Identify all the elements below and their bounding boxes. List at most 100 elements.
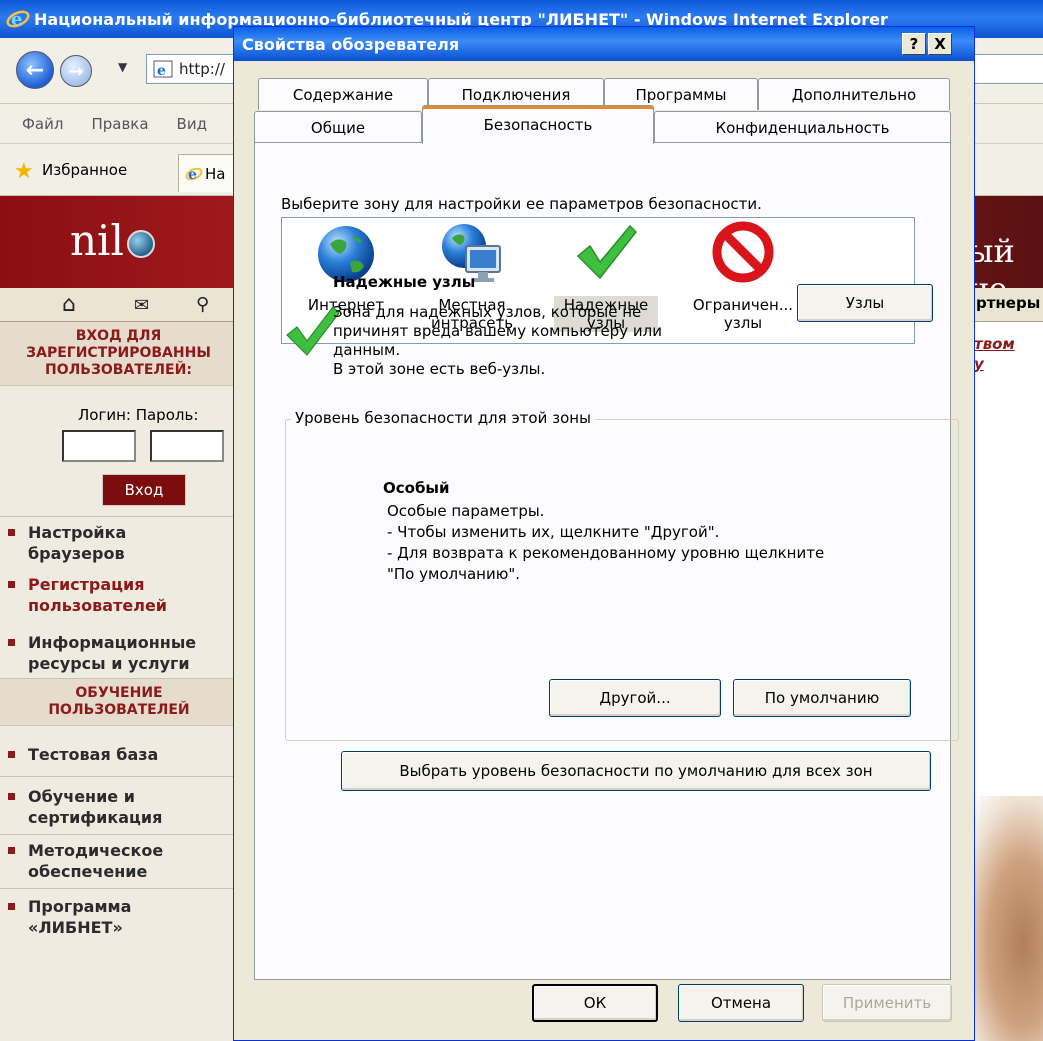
partners-link[interactable]: ртнеры — [976, 294, 1040, 312]
home-icon[interactable]: ⌂ — [62, 292, 76, 317]
link-line: Методическое — [28, 841, 164, 860]
ok-button[interactable]: ОК — [532, 984, 658, 1022]
reset-all-zones-button[interactable]: Выбрать уровень безопасности по умолчани… — [341, 751, 931, 791]
page-icon: e — [153, 60, 173, 78]
zone-desc-line: данным. — [333, 341, 401, 359]
apply-button[interactable]: Применить — [822, 984, 952, 1022]
checkmark-icon — [576, 224, 637, 280]
address-text: http:// — [179, 60, 225, 78]
divider — [0, 776, 238, 777]
link-line: браузеров — [28, 544, 125, 563]
forward-arrow-icon: → — [68, 60, 84, 82]
selected-zone-description: Зона для надежных узлов, которые не прич… — [333, 303, 753, 379]
training-heading-line: ОБУЧЕНИЕ — [75, 685, 163, 701]
svg-text:e: e — [11, 9, 22, 30]
custom-level-button[interactable]: Другой... — [549, 679, 721, 717]
link-line: Информационные — [28, 633, 197, 652]
restricted-icon — [712, 221, 774, 283]
divider — [0, 834, 238, 835]
tab-content[interactable]: Содержание — [258, 78, 428, 110]
search-icon[interactable]: ⚲ — [196, 294, 209, 315]
login-heading-line: ВХОД ДЛЯ — [75, 328, 162, 344]
bullet-icon — [8, 793, 15, 800]
link-line: обеспечение — [28, 862, 148, 881]
sidebar-link-training[interactable]: Обучение и сертификация — [8, 786, 163, 828]
site-logo-text: nil — [70, 216, 124, 265]
training-heading: ОБУЧЕНИЕ ПОЛЬЗОВАТЕЛЕЙ — [0, 679, 238, 726]
level-desc-line: - Чтобы изменить их, щелкните "Другой". — [387, 523, 720, 541]
link-line: Программа — [28, 897, 132, 916]
zone-internet[interactable]: Интернет — [296, 218, 396, 314]
favorites-button[interactable]: Избранное — [42, 161, 127, 179]
link-line: ресурсы и услуги — [28, 654, 190, 673]
zone-desc-line: причинят вреда вашему компьютеру или — [333, 322, 662, 340]
link-line: «ЛИБНЕТ» — [28, 918, 123, 937]
login-password-label: Логин: Пароль: — [78, 406, 199, 424]
cancel-button[interactable]: Отмена — [678, 984, 804, 1022]
level-desc-line: - Для возврата к рекомендованному уровню… — [387, 544, 825, 562]
login-heading: ВХОД ДЛЯ ЗАРЕГИСТРИРОВАННЫ ПОЛЬЗОВАТЕЛЕЙ… — [0, 322, 237, 386]
sidebar-link-browser-setup[interactable]: Настройка браузеров — [8, 522, 126, 564]
default-level-button[interactable]: По умолчанию — [733, 679, 911, 717]
mail-icon[interactable]: ✉ — [134, 295, 149, 316]
level-desc-line: "По умолчанию". — [387, 565, 520, 583]
back-button[interactable]: ← — [16, 51, 54, 89]
forward-button[interactable]: → — [60, 55, 92, 87]
site-logo[interactable]: nil — [70, 216, 155, 265]
svg-text:e: e — [188, 167, 197, 183]
link-line: сертификация — [28, 808, 163, 827]
bullet-icon — [8, 581, 15, 588]
menu-edit[interactable]: Правка — [91, 115, 148, 133]
tab-general[interactable]: Общие — [254, 111, 422, 143]
login-heading-line: ЗАРЕГИСТРИРОВАННЫ — [26, 345, 211, 361]
tab-security[interactable]: Безопасность — [422, 105, 654, 144]
globe-logo-icon — [126, 230, 155, 258]
menu-file[interactable]: Файл — [22, 115, 63, 133]
right-link[interactable]: у — [974, 354, 1015, 374]
bullet-icon — [8, 847, 15, 854]
login-input[interactable] — [62, 430, 136, 462]
close-button[interactable]: X — [928, 33, 952, 55]
security-tab-panel: Выберите зону для настройки ее параметро… — [254, 142, 959, 980]
password-input[interactable] — [150, 430, 224, 462]
zone-desc-line: Зона для надежных узлов, которые не — [333, 303, 642, 321]
training-heading-line: ПОЛЬЗОВАТЕЛЕЙ — [48, 702, 190, 718]
sidebar-link-methodics[interactable]: Методическое обеспечение — [8, 840, 164, 882]
security-level-description: Особые параметры. - Чтобы изменить их, щ… — [387, 501, 907, 585]
divider — [0, 888, 238, 889]
tab-advanced[interactable]: Дополнительно — [758, 78, 950, 110]
sidebar-link-registration[interactable]: Регистрация пользователей — [8, 574, 167, 616]
history-dropdown-icon[interactable]: ▼ — [118, 60, 127, 74]
level-desc-line: Особые параметры. — [387, 502, 545, 520]
link-line: Регистрация — [28, 575, 145, 594]
tab-privacy[interactable]: Конфиденциальность — [654, 111, 951, 143]
login-button[interactable]: Вход — [102, 474, 186, 506]
bullet-icon — [8, 903, 15, 910]
svg-text:e: e — [157, 63, 166, 78]
favorites-star-icon[interactable]: ★ — [14, 159, 34, 184]
zone-desc-line: В этой зоне есть веб-узлы. — [333, 360, 546, 378]
link-line: Тестовая база — [28, 745, 159, 764]
security-level-legend: Уровень безопасности для этой зоны — [291, 409, 595, 427]
login-heading-line: ПОЛЬЗОВАТЕЛЕЙ: — [45, 362, 192, 378]
bullet-icon — [8, 639, 15, 646]
divider — [0, 516, 238, 517]
selected-zone-name: Надежные узлы — [333, 273, 476, 291]
menu-view[interactable]: Вид — [177, 115, 207, 133]
help-button[interactable]: ? — [902, 33, 926, 55]
site-sidebar: ВХОД ДЛЯ ЗАРЕГИСТРИРОВАННЫ ПОЛЬЗОВАТЕЛЕЙ… — [0, 322, 238, 1041]
zone-prompt: Выберите зону для настройки ее параметро… — [281, 195, 762, 213]
link-line: пользователей — [28, 596, 167, 615]
sidebar-link-test-base[interactable]: Тестовая база — [8, 744, 159, 765]
bullet-icon — [8, 751, 15, 758]
sidebar-link-info-resources[interactable]: Информационные ресурсы и услуги — [8, 632, 197, 674]
ie-logo-icon: e — [6, 9, 30, 30]
sidebar-link-program[interactable]: Программа «ЛИБНЕТ» — [8, 896, 132, 938]
browser-tab-label: На — [205, 164, 226, 183]
right-link[interactable]: твом — [974, 334, 1015, 354]
ie-tab-icon: e — [185, 167, 203, 183]
dialog-title-bar[interactable]: Свойства обозревателя ? X — [234, 27, 974, 61]
internet-options-dialog: Свойства обозревателя ? X Содержание Под… — [233, 26, 975, 1041]
sites-button[interactable]: Узлы — [797, 284, 933, 322]
back-arrow-icon: ← — [25, 57, 45, 83]
